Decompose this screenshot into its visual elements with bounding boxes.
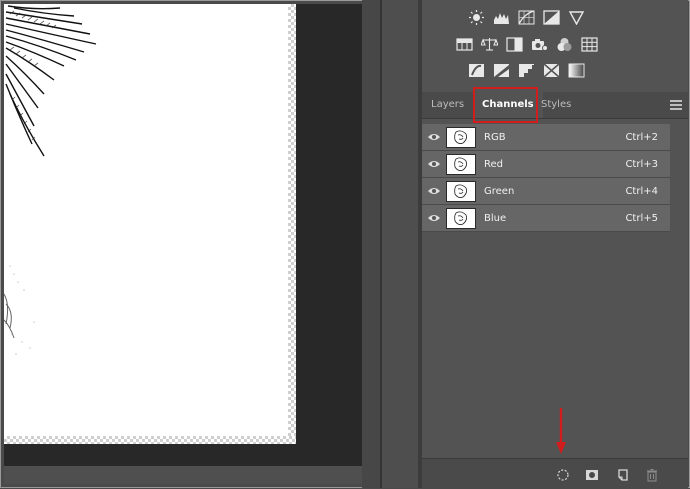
visibility-eye-icon[interactable] [422, 124, 446, 150]
posterize-icon[interactable] [493, 63, 510, 78]
collapsed-panel-dock[interactable] [382, 0, 418, 488]
channel-row-red[interactable]: Red Ctrl+3 [422, 151, 670, 178]
transparency-checker-right [288, 4, 296, 444]
image-content [3, 5, 97, 355]
channel-shortcut: Ctrl+2 [625, 131, 658, 143]
hue-saturation-icon[interactable] [456, 37, 473, 52]
threshold-icon[interactable] [518, 63, 535, 78]
channel-thumbnail [446, 180, 476, 202]
channel-row-green[interactable]: Green Ctrl+4 [422, 178, 670, 205]
adjustments-row-1 [468, 10, 585, 25]
channel-row-blue[interactable]: Blue Ctrl+5 [422, 205, 670, 232]
save-selection-as-channel-icon[interactable] [585, 467, 599, 481]
load-channel-as-selection-icon[interactable] [556, 467, 570, 481]
channel-thumbnail [446, 126, 476, 148]
channel-thumbnail [446, 207, 476, 229]
invert-icon[interactable] [468, 63, 485, 78]
photo-filter-icon[interactable] [531, 37, 548, 52]
channels-list: RGB Ctrl+2 Red Ctrl+3 Green Ctrl+4 Blue … [422, 124, 670, 232]
vibrance-icon[interactable] [568, 10, 585, 25]
channel-name: Green [484, 185, 515, 197]
visibility-eye-icon[interactable] [422, 178, 446, 204]
delete-channel-icon[interactable] [645, 467, 659, 482]
channel-shortcut: Ctrl+4 [625, 185, 658, 197]
tab-styles[interactable]: Styles [532, 92, 580, 118]
channels-tab-highlight-box [473, 87, 538, 123]
channel-shortcut: Ctrl+3 [625, 158, 658, 170]
dock-gutter [362, 0, 380, 488]
channel-mixer-icon[interactable] [556, 37, 573, 52]
tab-layers[interactable]: Layers [422, 92, 473, 118]
curves-icon[interactable] [518, 10, 535, 25]
channel-row-rgb[interactable]: RGB Ctrl+2 [422, 124, 670, 151]
color-balance-icon[interactable] [481, 37, 498, 52]
transparency-checker-bottom [4, 436, 296, 444]
exposure-icon[interactable] [543, 10, 560, 25]
brightness-contrast-icon[interactable] [468, 10, 485, 25]
panel-tab-bar: Layers Channels Styles [422, 92, 688, 119]
visibility-eye-icon[interactable] [422, 205, 446, 231]
channel-thumbnail [446, 153, 476, 175]
visibility-eye-icon[interactable] [422, 151, 446, 177]
panel-bottom-bar [422, 458, 688, 489]
red-arrow-annotation [556, 408, 566, 454]
channel-name: Blue [484, 212, 507, 224]
adjustments-row-3 [468, 63, 585, 78]
horizontal-scrollbar[interactable] [4, 466, 362, 484]
panel-menu-icon[interactable] [670, 100, 682, 110]
color-lookup-icon[interactable] [581, 37, 598, 52]
gradient-map-icon[interactable] [568, 63, 585, 78]
channel-shortcut: Ctrl+5 [625, 212, 658, 224]
document-image[interactable] [3, 4, 296, 444]
new-channel-icon[interactable] [616, 467, 630, 481]
selective-color-icon[interactable] [543, 63, 560, 78]
channel-name: Red [484, 158, 503, 170]
adjustments-row-2 [456, 37, 598, 52]
channel-name: RGB [484, 131, 506, 143]
levels-icon[interactable] [493, 10, 510, 25]
right-panel: Layers Channels Styles RGB Ctrl+2 Red Ct… [422, 0, 688, 489]
black-white-icon[interactable] [506, 37, 523, 52]
